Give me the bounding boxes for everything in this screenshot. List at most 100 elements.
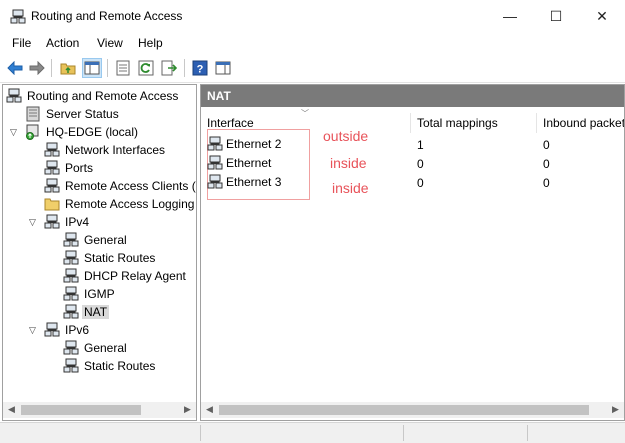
scrollbar-thumb[interactable] bbox=[21, 405, 141, 415]
console-tree[interactable]: Routing and Remote Access Server Status … bbox=[2, 84, 197, 421]
detail-title: NAT bbox=[207, 89, 231, 103]
forward-arrow-icon bbox=[29, 61, 45, 75]
scroll-left-icon[interactable]: ◀ bbox=[206, 404, 213, 415]
general-icon bbox=[63, 340, 79, 355]
scroll-right-icon[interactable]: ▶ bbox=[612, 404, 619, 415]
status-divider bbox=[403, 425, 404, 441]
static-routes-icon bbox=[63, 358, 79, 373]
help-icon: ? bbox=[192, 60, 208, 76]
export-list-button[interactable] bbox=[160, 59, 178, 77]
detail-header: NAT bbox=[201, 85, 624, 107]
tree-item-dhcp-relay-agent[interactable]: DHCP Relay Agent bbox=[63, 267, 188, 285]
close-button[interactable]: ✕ bbox=[579, 0, 625, 32]
tree-item-ipv6-general[interactable]: General bbox=[63, 339, 129, 357]
tree-item-igmp[interactable]: IGMP bbox=[63, 285, 117, 303]
column-label: Total mappings bbox=[417, 116, 498, 130]
minimize-button[interactable]: — bbox=[487, 0, 533, 32]
maximize-button[interactable]: ☐ bbox=[533, 0, 579, 32]
collapse-chevron-icon[interactable]: ▽ bbox=[10, 127, 17, 138]
tree-label: Remote Access Clients (0) bbox=[65, 179, 197, 193]
tree-item-ipv4[interactable]: IPv4 bbox=[44, 213, 91, 231]
routing-server-icon bbox=[6, 88, 22, 103]
dhcp-relay-icon bbox=[63, 268, 79, 283]
scroll-right-icon[interactable]: ▶ bbox=[184, 404, 191, 415]
interface-name: Ethernet 3 bbox=[226, 175, 282, 189]
collapse-chevron-icon[interactable]: ▽ bbox=[29, 325, 36, 336]
tree-label: Routing and Remote Access bbox=[27, 89, 179, 103]
minimize-icon: — bbox=[503, 8, 517, 24]
network-interface-icon bbox=[207, 136, 223, 151]
table-row[interactable]: Ethernet bbox=[207, 155, 271, 171]
inbound-packets-value: 0 bbox=[543, 138, 550, 152]
static-routes-icon bbox=[63, 250, 79, 265]
detail-horizontal-scrollbar[interactable]: ◀ ▶ bbox=[201, 402, 624, 418]
table-row[interactable]: Ethernet 3 bbox=[207, 174, 281, 190]
refresh-button[interactable] bbox=[137, 59, 155, 77]
tree-item-remote-access-clients[interactable]: Remote Access Clients (0) bbox=[44, 177, 197, 195]
routing-app-icon bbox=[10, 9, 26, 24]
tree-label: Network Interfaces bbox=[65, 143, 166, 157]
refresh-icon bbox=[138, 60, 154, 76]
table-row[interactable]: Ethernet 2 bbox=[207, 136, 281, 152]
menu-file[interactable]: File bbox=[12, 36, 31, 50]
title-bar[interactable]: Routing and Remote Access — ☐ ✕ bbox=[0, 0, 625, 32]
column-header-inbound-packets[interactable]: Inbound packets bbox=[537, 113, 624, 133]
general-icon bbox=[63, 232, 79, 247]
remote-clients-icon bbox=[44, 178, 60, 193]
scroll-left-icon[interactable]: ◀ bbox=[8, 404, 15, 415]
up-one-level-button[interactable] bbox=[59, 59, 77, 77]
total-mappings-value: 1 bbox=[417, 138, 424, 152]
help-button[interactable]: ? bbox=[191, 59, 209, 77]
detail-pane[interactable]: NAT ﹀ Interface Total mappings Inbound p… bbox=[200, 84, 625, 421]
ports-icon bbox=[44, 160, 60, 175]
tree-label: Static Routes bbox=[84, 359, 156, 373]
interface-name: Ethernet bbox=[226, 156, 272, 170]
interface-name: Ethernet 2 bbox=[226, 137, 282, 151]
menu-bar: File Action View Help bbox=[0, 32, 625, 54]
network-interfaces-icon bbox=[44, 142, 60, 157]
tree-label: IPv6 bbox=[65, 323, 90, 337]
tree-item-network-interfaces[interactable]: Network Interfaces bbox=[44, 141, 167, 159]
tree-item-ipv6[interactable]: IPv6 bbox=[44, 321, 91, 339]
tree-label: NAT bbox=[82, 305, 110, 319]
collapse-chevron-icon[interactable]: ▽ bbox=[29, 217, 36, 228]
column-header-total-mappings[interactable]: Total mappings bbox=[411, 113, 537, 133]
menu-help[interactable]: Help bbox=[138, 36, 163, 50]
show-hide-tree-button[interactable] bbox=[82, 58, 102, 78]
annotation-inside: inside bbox=[330, 155, 367, 171]
menu-action[interactable]: Action bbox=[46, 36, 79, 50]
network-interface-icon bbox=[207, 174, 223, 189]
tree-item-ipv6-static-routes[interactable]: Static Routes bbox=[63, 357, 157, 375]
export-list-icon bbox=[161, 60, 177, 76]
toolbar-separator bbox=[51, 59, 52, 77]
tree-item-remote-access-logging[interactable]: Remote Access Logging & Policies bbox=[44, 195, 196, 213]
tree-item-root[interactable]: Routing and Remote Access bbox=[6, 87, 180, 105]
scrollbar-thumb[interactable] bbox=[219, 405, 589, 415]
svg-text:?: ? bbox=[197, 64, 204, 76]
tree-item-server[interactable]: HQ-EDGE (local) bbox=[25, 123, 140, 141]
properties-button[interactable] bbox=[114, 59, 132, 77]
ipv6-icon bbox=[44, 322, 60, 337]
igmp-icon bbox=[63, 286, 79, 301]
show-pane-button[interactable] bbox=[214, 59, 232, 77]
window-title: Routing and Remote Access bbox=[31, 9, 183, 23]
tree-item-ports[interactable]: Ports bbox=[44, 159, 95, 177]
tree-horizontal-scrollbar[interactable]: ◀ ▶ bbox=[3, 402, 196, 418]
tree-label: General bbox=[84, 341, 127, 355]
back-button[interactable] bbox=[6, 59, 24, 77]
tree-item-nat[interactable]: NAT bbox=[63, 303, 110, 321]
tree-item-ipv4-general[interactable]: General bbox=[63, 231, 129, 249]
tree-item-server-status[interactable]: Server Status bbox=[25, 105, 121, 123]
tree-label: HQ-EDGE (local) bbox=[46, 125, 139, 139]
forward-button[interactable] bbox=[28, 59, 46, 77]
column-label: Interface bbox=[207, 116, 254, 130]
tree-label: Remote Access Logging & Policies bbox=[65, 197, 196, 211]
total-mappings-value: 0 bbox=[417, 157, 424, 171]
status-bar bbox=[0, 422, 625, 443]
network-interface-icon bbox=[207, 155, 223, 170]
status-divider bbox=[200, 425, 201, 441]
up-folder-icon bbox=[60, 63, 76, 75]
toolbar: ? bbox=[0, 54, 625, 83]
menu-view[interactable]: View bbox=[97, 36, 123, 50]
tree-item-ipv4-static-routes[interactable]: Static Routes bbox=[63, 249, 157, 267]
